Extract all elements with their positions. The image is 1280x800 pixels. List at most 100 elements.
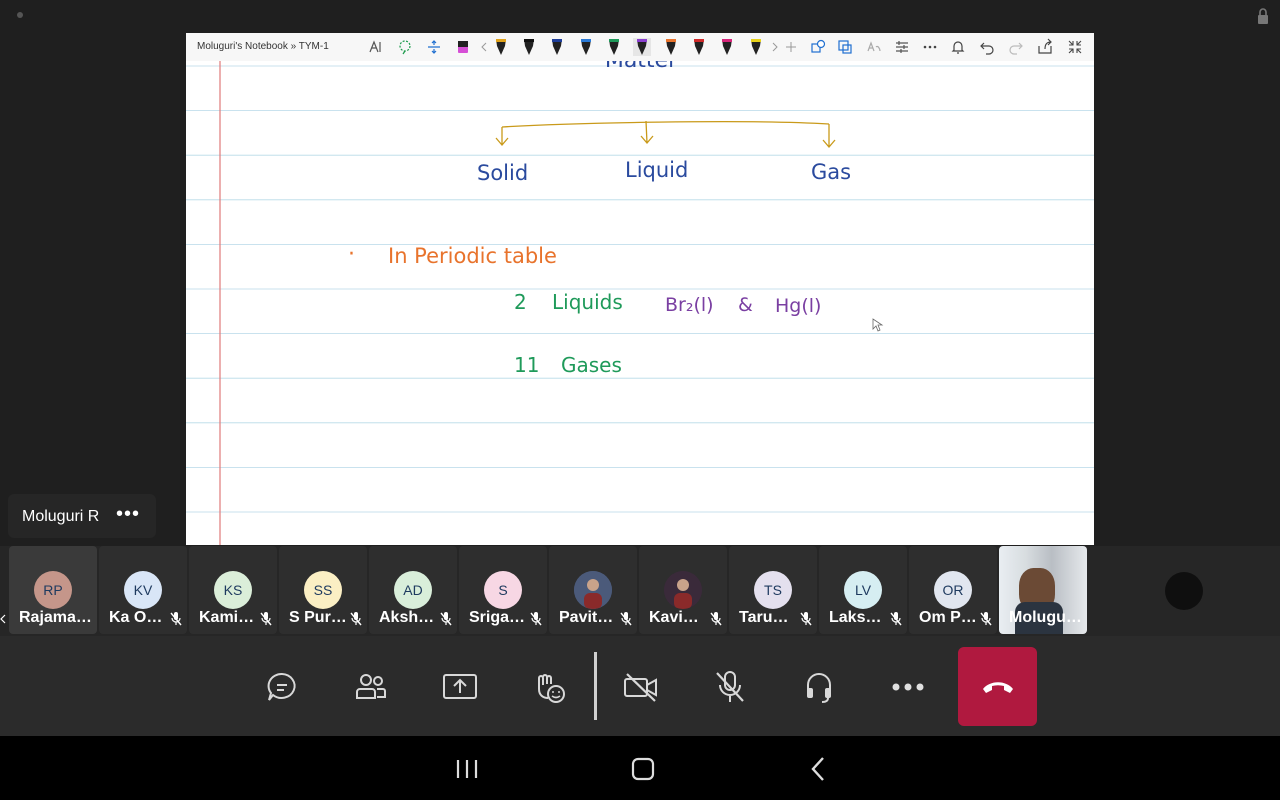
insert-space-icon[interactable] xyxy=(425,38,443,56)
pen-black-icon[interactable] xyxy=(520,38,538,56)
presenter-label[interactable]: Moluguri R ••• xyxy=(8,494,156,538)
participant-tile[interactable]: RP Rajaman... xyxy=(9,546,97,634)
lock-icon xyxy=(1258,8,1268,24)
more-toolbar-icon[interactable] xyxy=(921,38,939,56)
back-icon[interactable] xyxy=(804,754,834,784)
audio-button[interactable] xyxy=(789,650,849,724)
avatar-initials: S xyxy=(498,582,508,598)
recent-apps-icon[interactable] xyxy=(452,754,482,784)
window-title: Moluguri's Notebook » TYM-1 xyxy=(197,41,329,52)
mic-off-button[interactable] xyxy=(700,650,760,724)
bullet-dot: · xyxy=(348,242,355,267)
ink-to-text-icon[interactable] xyxy=(865,38,883,56)
participant-avatar xyxy=(574,571,612,609)
chat-icon xyxy=(267,672,296,701)
participant-tile[interactable]: TS Tarun ... xyxy=(729,546,817,634)
more-button[interactable] xyxy=(878,650,938,724)
muted-mic-icon xyxy=(979,611,993,627)
participant-name: Rajaman... xyxy=(19,609,95,626)
pen-pink-icon[interactable] xyxy=(718,38,736,56)
participant-tile[interactable]: LV Laksh... xyxy=(819,546,907,634)
leave-call-button[interactable] xyxy=(958,647,1037,726)
participant-tile[interactable]: Pavith... xyxy=(549,546,637,634)
audio-icon xyxy=(807,673,831,703)
avatar-initials: RP xyxy=(43,582,63,598)
participant-name: Kamini... xyxy=(199,609,257,626)
participant-tile[interactable]: KV Ka Om... xyxy=(99,546,187,634)
presenter-name: Moluguri R xyxy=(22,508,100,525)
gas-text: Gas xyxy=(811,160,851,184)
add-pen-icon[interactable] xyxy=(782,38,800,56)
pen-red-icon[interactable] xyxy=(690,38,708,56)
reactions-button[interactable] xyxy=(519,650,579,724)
participant-name: Moluguri... xyxy=(1009,609,1085,626)
hang-up-icon xyxy=(982,681,1013,693)
participant-avatar: KS xyxy=(214,571,252,609)
muted-mic-icon xyxy=(439,611,453,627)
strip-scroll-left-icon[interactable] xyxy=(0,614,6,624)
onenote-toolbar: Moluguri's Notebook » TYM-1 xyxy=(186,33,1094,62)
participant-avatar: AD xyxy=(394,571,432,609)
presenter-more-icon[interactable]: ••• xyxy=(116,503,140,526)
pen-blue-icon[interactable] xyxy=(577,38,595,56)
pen-scroll-left-icon[interactable] xyxy=(475,38,493,56)
chat-button[interactable] xyxy=(252,650,312,724)
liquid-text: Liquid xyxy=(625,158,688,182)
eraser-icon[interactable] xyxy=(454,38,472,56)
participant-avatar: KV xyxy=(124,571,162,609)
participant-tile[interactable]: KS Kamini... xyxy=(189,546,277,634)
avatar-photo xyxy=(664,571,702,609)
participant-name: Aksha... xyxy=(379,609,437,626)
periodic-table-text: In Periodic table xyxy=(388,244,557,268)
avatar-initials: KV xyxy=(133,582,153,598)
muted-mic-icon xyxy=(169,611,183,627)
ink-to-shape-icon[interactable] xyxy=(836,38,854,56)
pen-navy-icon[interactable] xyxy=(548,38,566,56)
ruler-icon[interactable] xyxy=(893,38,911,56)
shapes-icon[interactable] xyxy=(809,38,827,56)
camera-off-button[interactable] xyxy=(611,650,671,724)
participant-tile[interactable]: OR Om Pr... xyxy=(909,546,997,634)
avatar-photo xyxy=(574,571,612,609)
pen-gold-icon[interactable] xyxy=(492,38,510,56)
participant-tile[interactable]: Kavin ... xyxy=(639,546,727,634)
muted-mic-icon xyxy=(349,611,363,627)
liquids-count-text: 2 xyxy=(514,290,527,314)
redo-icon[interactable] xyxy=(1007,38,1025,56)
participant-tile[interactable]: AD Aksha... xyxy=(369,546,457,634)
highlighter-icon[interactable] xyxy=(747,38,765,56)
home-icon[interactable] xyxy=(628,754,658,784)
pen-orange-icon[interactable] xyxy=(662,38,680,56)
participant-name: Ka Om... xyxy=(109,609,167,626)
lasso-icon[interactable] xyxy=(396,38,414,56)
liquids-label-text: Liquids xyxy=(552,290,623,314)
avatar-initials: TS xyxy=(764,582,782,598)
pen-green-icon[interactable] xyxy=(605,38,623,56)
android-nav-bar xyxy=(0,736,1280,800)
participant-tile[interactable]: Moluguri... xyxy=(999,546,1087,634)
share-screen-button[interactable] xyxy=(430,650,490,724)
gases-count-text: 11 xyxy=(514,353,539,377)
muted-mic-icon xyxy=(799,611,813,627)
exit-fullscreen-icon[interactable] xyxy=(1066,38,1084,56)
share-icon[interactable] xyxy=(1036,38,1054,56)
muted-mic-icon xyxy=(889,611,903,627)
participant-name: Pavith... xyxy=(559,609,617,626)
participant-tile[interactable]: SS S Purv... xyxy=(279,546,367,634)
ampersand-text: & xyxy=(738,294,753,316)
participant-tile[interactable]: S Srigay... xyxy=(459,546,547,634)
participant-name: Om Pr... xyxy=(919,609,977,626)
participant-name: Kavin ... xyxy=(649,609,707,626)
participants-button[interactable] xyxy=(341,650,401,724)
notebook-page: Matter Solid Liquid Gas · In Periodic ta… xyxy=(186,61,1094,545)
notifications-icon[interactable] xyxy=(949,38,967,56)
matter-text: Matter xyxy=(605,61,678,73)
pen-purple-selected-icon[interactable] xyxy=(633,38,651,56)
undo-icon[interactable] xyxy=(978,38,996,56)
participant-name: Srigay... xyxy=(469,609,527,626)
participants-icon xyxy=(356,674,386,699)
text-select-icon[interactable] xyxy=(367,38,385,56)
more-icon xyxy=(892,683,924,691)
muted-mic-icon xyxy=(709,611,723,627)
controls-divider xyxy=(594,652,597,720)
